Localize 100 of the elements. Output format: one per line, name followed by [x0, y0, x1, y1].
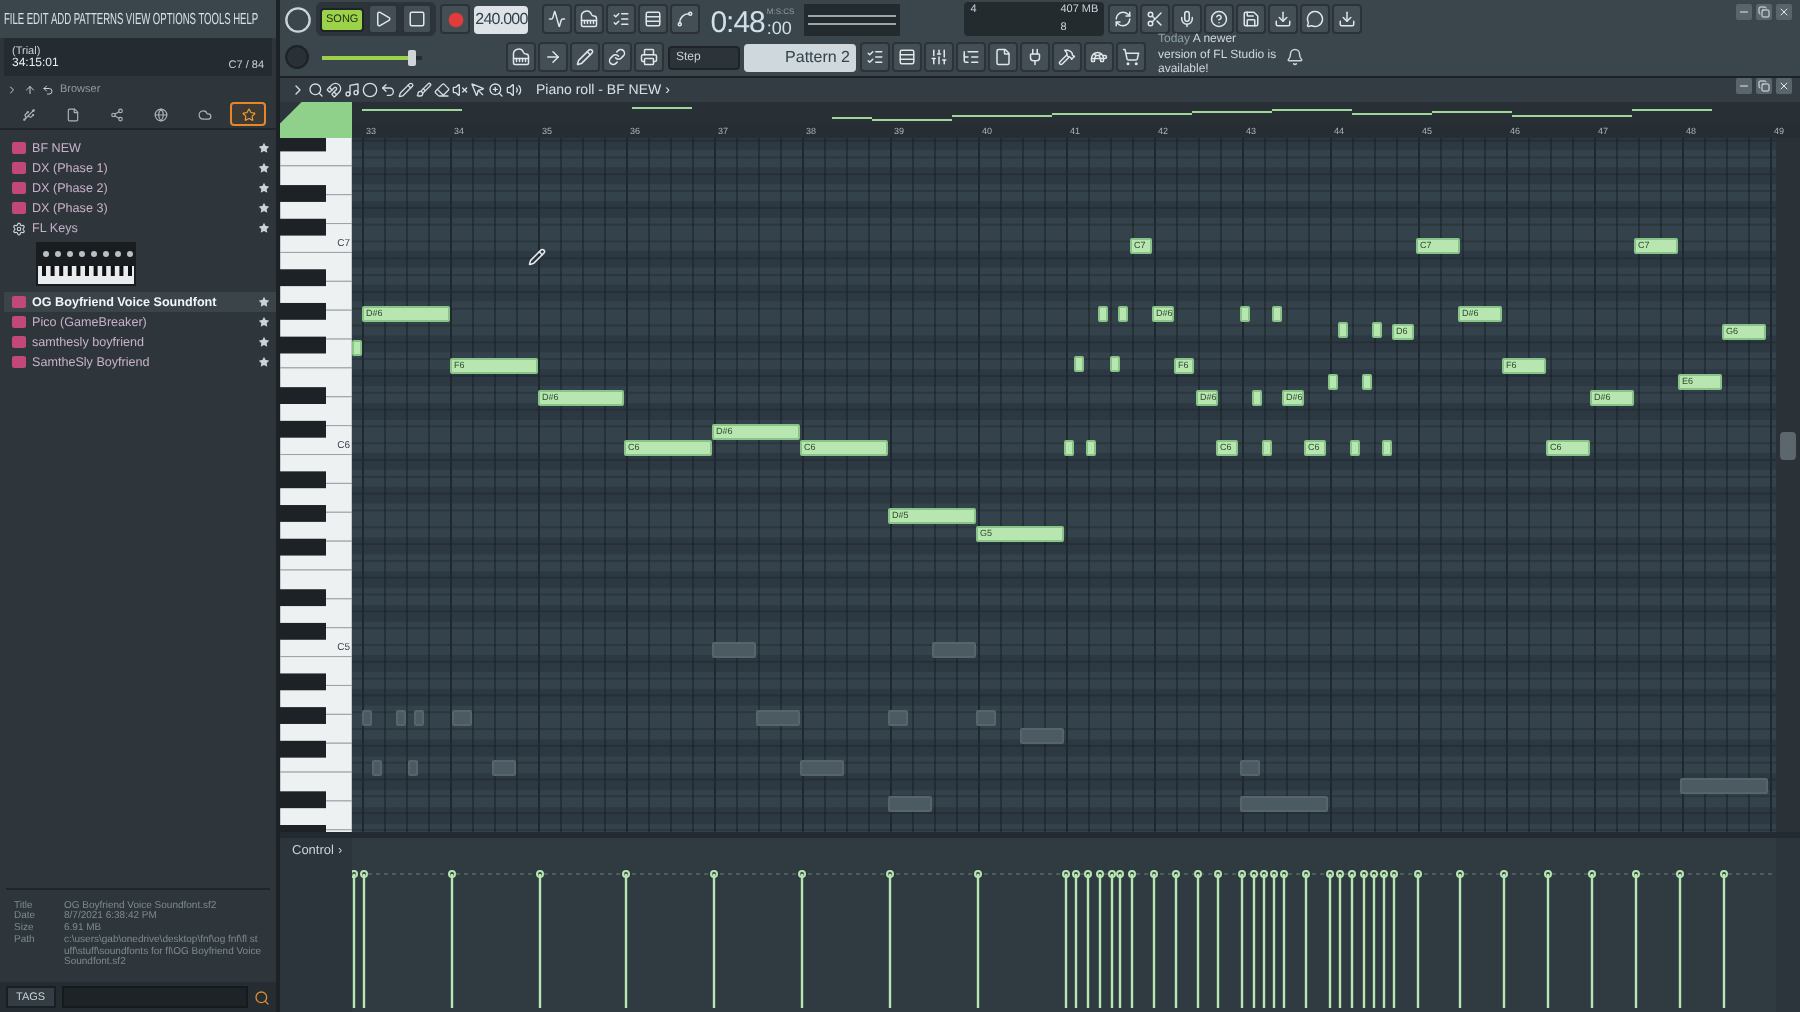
back-icon[interactable]: [42, 84, 54, 96]
refresh-icon: [1114, 10, 1133, 28]
minimize-button[interactable]: [1736, 4, 1752, 20]
zoom-icon[interactable]: [488, 82, 504, 98]
note[interactable]: [1328, 374, 1338, 390]
turtle-icon: [1090, 48, 1108, 66]
hammer-button[interactable]: [1052, 42, 1082, 72]
star-icon[interactable]: [258, 316, 270, 328]
note[interactable]: [1338, 322, 1348, 338]
pointer-icon[interactable]: [470, 82, 486, 98]
star-icon[interactable]: [258, 296, 270, 308]
ghost-note: [800, 760, 844, 776]
brush-icon[interactable]: [416, 82, 432, 98]
help-button[interactable]: [1204, 4, 1235, 34]
search-icon[interactable]: [254, 989, 270, 1005]
undo-icon[interactable]: [380, 82, 396, 98]
menu-item[interactable]: OPTIONS: [152, 10, 196, 28]
star-icon[interactable]: [258, 356, 270, 368]
menu-item[interactable]: PATTERNS: [73, 10, 124, 28]
chat-button[interactable]: [1300, 4, 1331, 34]
cloud-icon: [197, 107, 211, 121]
ghost-note: [888, 796, 932, 812]
star-icon[interactable]: [258, 162, 270, 174]
note[interactable]: [1372, 322, 1382, 338]
note[interactable]: [1110, 356, 1120, 372]
refresh-button[interactable]: [1108, 4, 1139, 34]
save-icon: [1242, 10, 1261, 28]
menu-item[interactable]: TOOLS: [198, 10, 231, 28]
star-icon[interactable]: [258, 222, 270, 234]
minimize-icon: [1738, 80, 1750, 92]
note[interactable]: [1382, 440, 1392, 456]
scissors-button[interactable]: [1140, 4, 1171, 34]
close-icon: [1778, 6, 1790, 18]
close-button[interactable]: [1776, 78, 1792, 94]
turtle-button[interactable]: [1084, 42, 1114, 72]
download-button[interactable]: [1332, 4, 1363, 34]
note[interactable]: [1350, 440, 1360, 456]
download-icon: [1338, 10, 1357, 28]
file-icon: [65, 107, 79, 121]
menu-item[interactable]: ADD: [50, 10, 72, 28]
link-icon: [608, 48, 626, 66]
menu-item[interactable]: VIEW: [125, 10, 151, 28]
ghost-note: [1240, 796, 1328, 812]
vertical-scrollbar[interactable]: [1776, 138, 1800, 832]
printer-button[interactable]: [634, 42, 664, 72]
scissors-icon: [1146, 10, 1165, 28]
note[interactable]: [1240, 306, 1250, 322]
overview-tab[interactable]: [280, 102, 352, 138]
pencil-icon[interactable]: [398, 82, 414, 98]
speaker-icon[interactable]: [506, 82, 522, 98]
play-button[interactable]: [368, 4, 399, 34]
piano-keyboard-drawing[interactable]: [280, 138, 352, 832]
star-icon[interactable]: [258, 182, 270, 194]
star-icon[interactable]: [258, 336, 270, 348]
tempo-display[interactable]: 240.000: [474, 5, 529, 33]
note[interactable]: [352, 340, 362, 356]
ghost-note: [362, 710, 372, 726]
menu-item[interactable]: EDIT: [26, 10, 49, 28]
record-icon: [447, 11, 464, 27]
restore-button[interactable]: [1756, 4, 1772, 20]
minimize-button[interactable]: [1736, 78, 1752, 94]
pencil-button[interactable]: [570, 42, 600, 72]
cart-button[interactable]: [1116, 42, 1146, 72]
master-volume-slider[interactable]: [322, 49, 422, 65]
circle-icon[interactable]: [362, 82, 378, 98]
menu-item[interactable]: FILE: [4, 10, 25, 28]
up-arrow-icon[interactable]: [24, 84, 36, 96]
piano-roll-button[interactable]: [506, 42, 536, 72]
link-button[interactable]: [602, 42, 632, 72]
piano-roll-icon: [512, 48, 530, 66]
note[interactable]: [1074, 356, 1084, 372]
ghost-note: [756, 710, 800, 726]
mute-icon[interactable]: [452, 82, 468, 98]
pattern-selector[interactable]: Pattern 2: [744, 43, 856, 71]
browser-tab[interactable]: [230, 102, 266, 126]
save-button[interactable]: [1236, 4, 1267, 34]
star-icon[interactable]: [258, 142, 270, 154]
magnet-icon[interactable]: [326, 82, 342, 98]
help-icon: [1210, 10, 1229, 28]
restore-icon: [1758, 80, 1770, 92]
restore-button[interactable]: [1756, 78, 1772, 94]
star-icon[interactable]: [258, 202, 270, 214]
close-button[interactable]: [1776, 4, 1792, 20]
microphone-button[interactable]: [1172, 4, 1203, 34]
mixer-button[interactable]: [924, 42, 954, 72]
note[interactable]: [1362, 374, 1372, 390]
note-icon[interactable]: [344, 82, 360, 98]
arrow-button[interactable]: [538, 42, 568, 72]
menu-item[interactable]: HELP: [233, 10, 259, 28]
plug-button[interactable]: [1020, 42, 1050, 72]
ghost-note: [408, 760, 418, 776]
bell-icon[interactable]: [1286, 48, 1304, 66]
note[interactable]: [1272, 306, 1282, 322]
eraser-icon[interactable]: [434, 82, 450, 98]
note[interactable]: [1262, 440, 1272, 456]
note[interactable]: [1252, 390, 1262, 406]
file-button[interactable]: [988, 42, 1018, 72]
stop-button[interactable]: [402, 4, 433, 34]
ghost-note: [976, 710, 996, 726]
stop-icon: [408, 10, 427, 28]
